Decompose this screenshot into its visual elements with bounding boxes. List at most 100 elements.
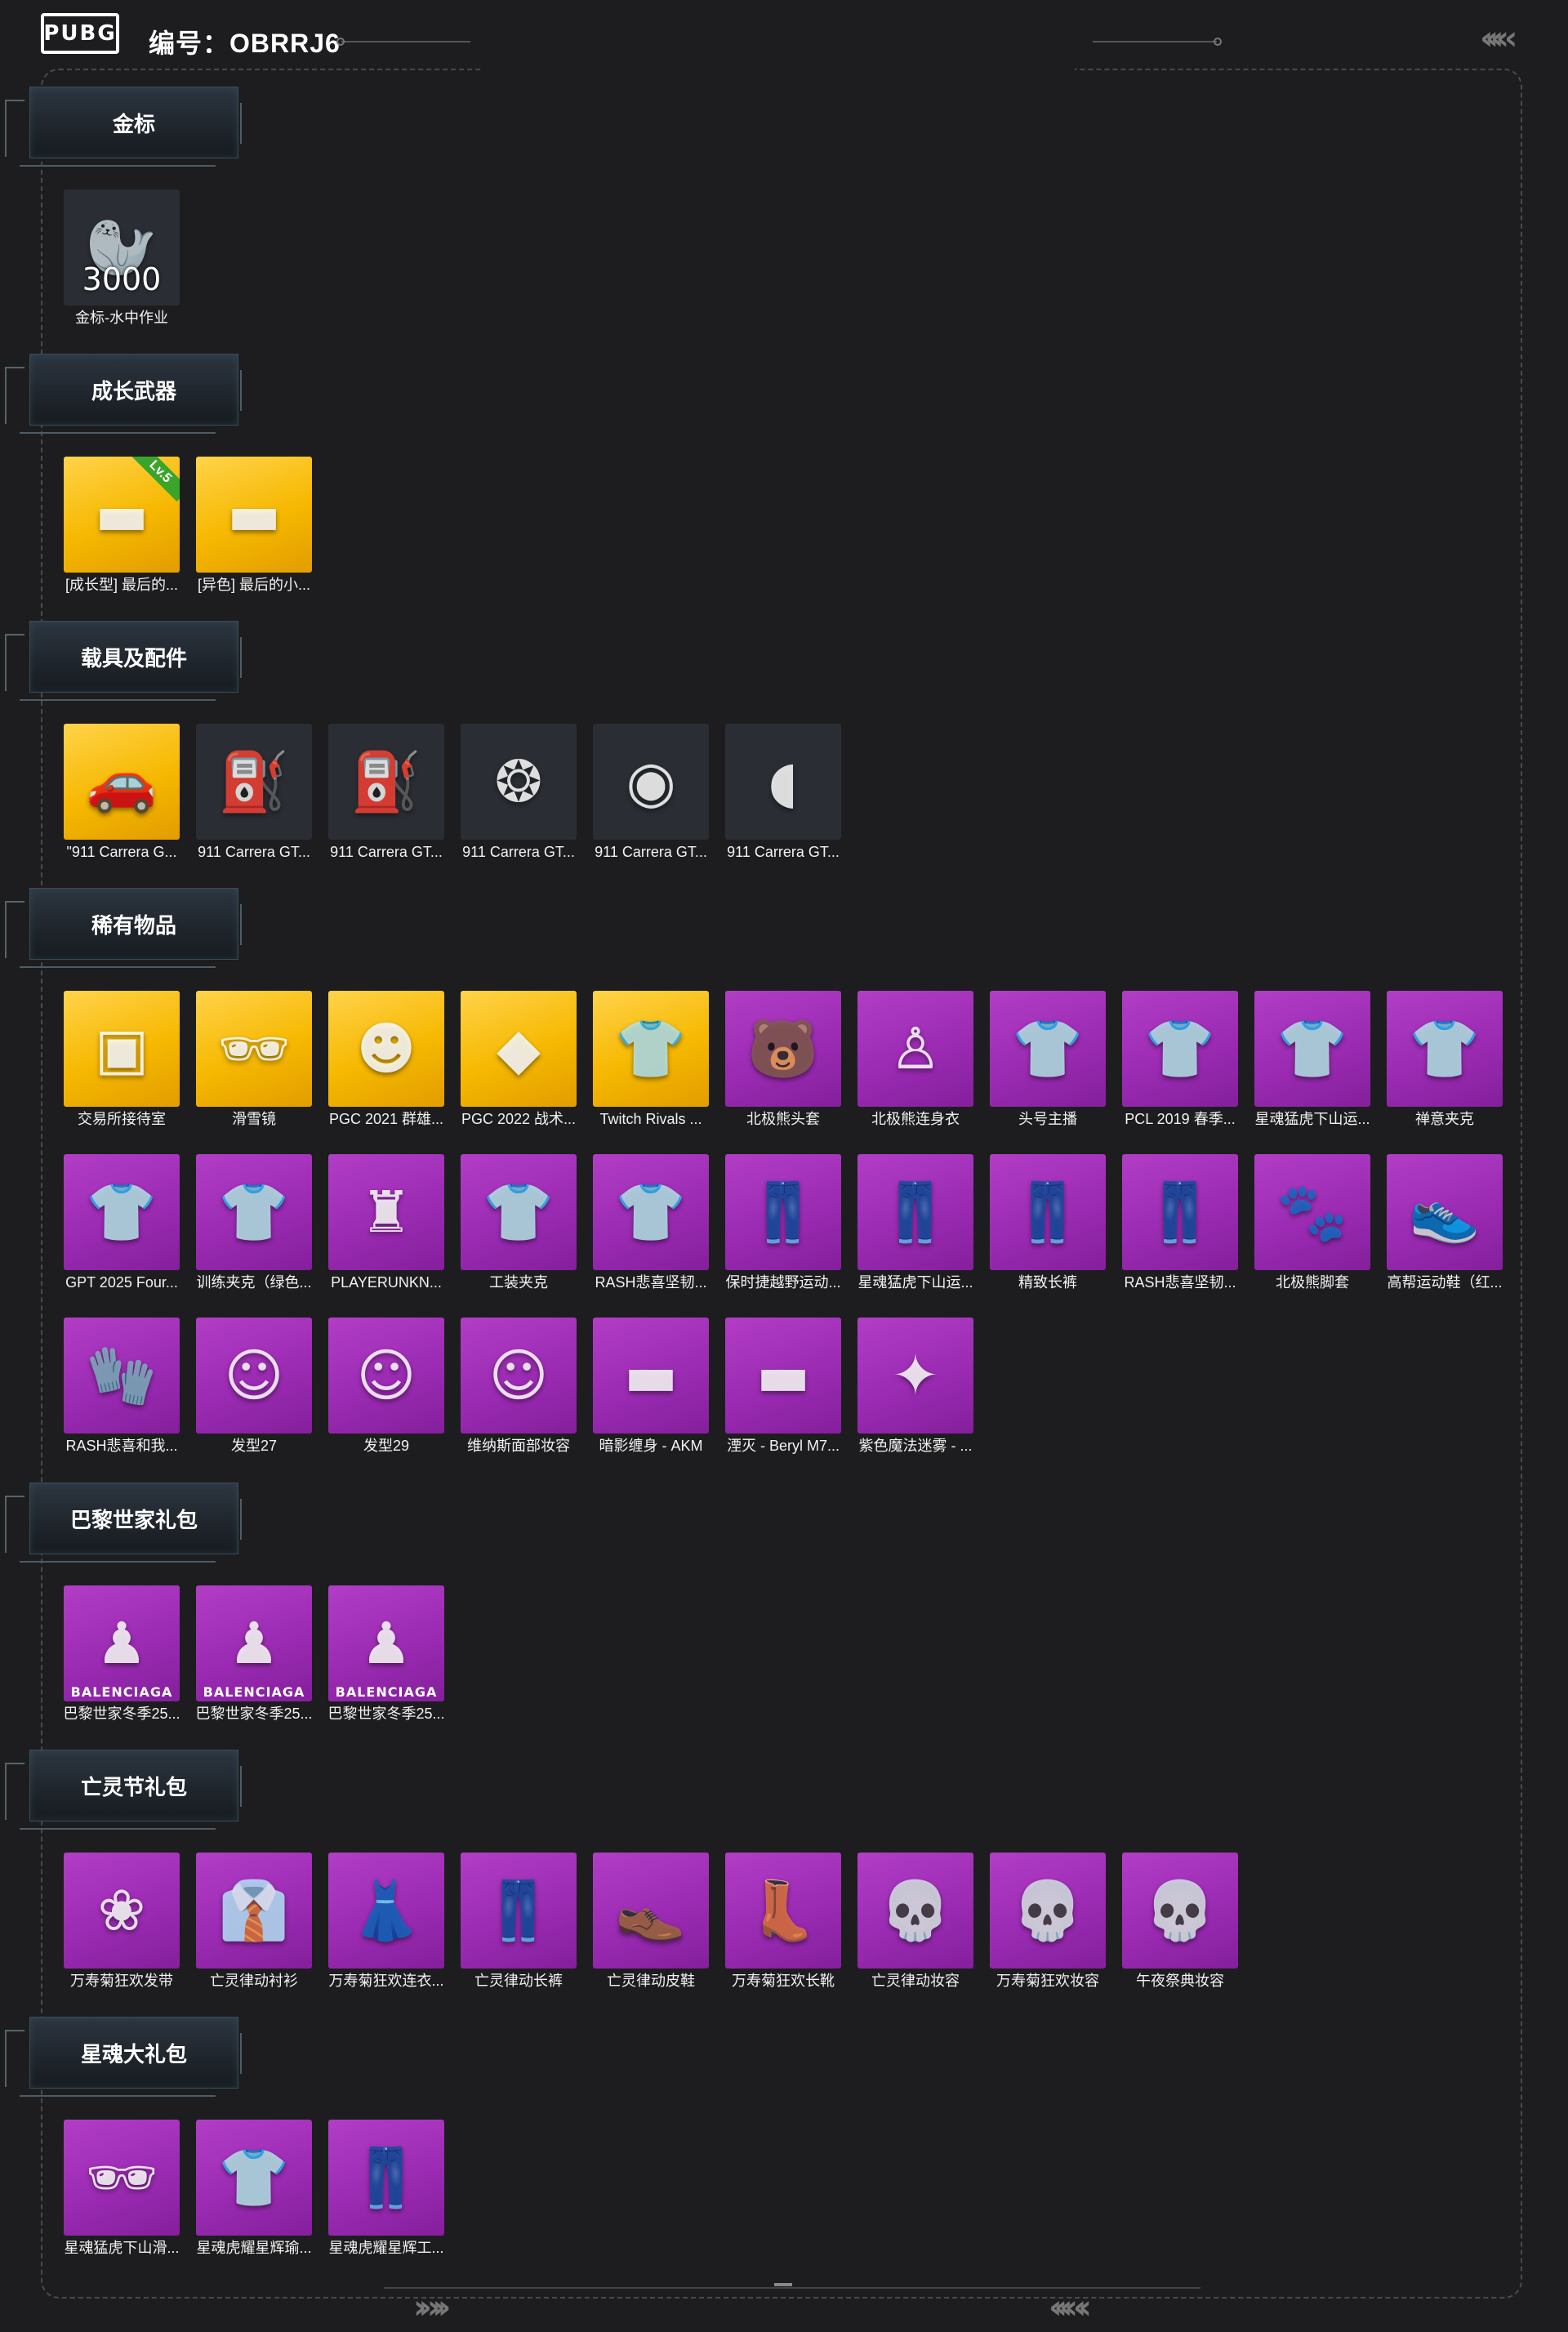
account-code: 编号：OBRRJ6 (149, 29, 341, 58)
wheel-icon: ◉ (626, 748, 676, 815)
dress-icon: 👗 (350, 1876, 422, 1944)
pubg-logo: PUBG (41, 13, 119, 54)
pants-icon: 👖 (747, 1178, 819, 1246)
item-thumbnail: 👖 (461, 1853, 577, 1969)
item-thumbnail: ▣ (64, 991, 180, 1107)
item-name: [成长型] 最后的... (65, 577, 178, 593)
bodysuit-icon: ♙ (889, 1015, 942, 1082)
item-thumbnail: 👕 (1122, 991, 1238, 1107)
item-thumbnail: ▬ (725, 1318, 841, 1434)
rifle-icon: ▬ (623, 1342, 679, 1409)
section-title-bracket (5, 2030, 24, 2087)
goggles-icon: 🕶 (85, 2143, 158, 2211)
item-name: 滑雪镜 (232, 1111, 276, 1127)
shoes-icon: 👟 (1409, 1178, 1481, 1246)
item-thumbnail: 🕶 (196, 991, 312, 1107)
header-dot-right (1214, 38, 1222, 46)
rifle-icon: ▬ (755, 1342, 811, 1409)
car-icon: 🚗 (86, 747, 158, 815)
section-title: 金标 (29, 87, 238, 158)
jacket-icon: 👕 (218, 2143, 290, 2211)
section-title-bracket (20, 432, 216, 434)
item-thumbnail: ♟ BALENCIAGA (328, 1585, 444, 1701)
item-thumbnail: ▬ (593, 1318, 709, 1434)
item-name: 精致长裤 (1018, 1274, 1077, 1291)
item-name: 巴黎世家冬季25... (195, 1706, 313, 1722)
section-title-label: 巴黎世家礼包 (69, 1508, 198, 1533)
section-title-bracket (20, 1828, 216, 1830)
header-dot-left (336, 38, 345, 46)
brand-label: BALENCIAGA (203, 1684, 305, 1700)
emblem-number: 3000 (82, 261, 162, 297)
spray-gun-icon: ⛽ (218, 747, 290, 815)
jacket-icon: 👕 (615, 1014, 687, 1082)
jacket-icon: 👕 (483, 1178, 555, 1246)
item-thumbnail: 💀 (1122, 1853, 1238, 1969)
hoodie-icon: 👕 (86, 1178, 158, 1246)
headband-icon: ❀ (97, 1877, 146, 1944)
item-name: 万寿菊狂欢妆容 (996, 1973, 1099, 1989)
pants-icon: 👖 (880, 1178, 951, 1246)
item-thumbnail: 👔 (196, 1853, 312, 1969)
item-thumbnail: 👖 (858, 1154, 973, 1270)
item-name: 万寿菊狂欢连衣... (328, 1973, 444, 1989)
section-title-bracket (5, 1496, 24, 1553)
section-title-label: 金标 (112, 112, 155, 137)
shoes-icon: 👞 (615, 1876, 687, 1944)
item-name: 万寿菊狂欢长靴 (732, 1973, 835, 1989)
item-thumbnail: ♙ (858, 991, 973, 1107)
item-thumbnail: ☺ (196, 1318, 312, 1434)
item-thumbnail: 👕 (593, 991, 709, 1107)
item-thumbnail: ✦ (858, 1318, 973, 1434)
item-thumbnail: 👞 (593, 1853, 709, 1969)
item-name: 亡灵律动长裤 (474, 1973, 563, 1989)
item-name: 星魂猛虎下山滑... (64, 2240, 180, 2256)
jacket-icon: 👕 (1276, 1014, 1348, 1082)
section-title-bracket (20, 1561, 216, 1563)
item-thumbnail: 👕 (461, 1154, 577, 1270)
item-thumbnail: 👖 (990, 1154, 1106, 1270)
item-thumbnail: ▬ Lv.5 (64, 457, 180, 573)
side-mirror-icon: ◖ (768, 748, 799, 815)
item-thumbnail: ◉ (593, 724, 709, 840)
item-name: 911 Carrera GT... (727, 844, 840, 860)
item-name: 发型29 (363, 1438, 410, 1454)
pants-icon: 👖 (1144, 1178, 1216, 1246)
brand-label: BALENCIAGA (70, 1684, 173, 1700)
item-name: PGC 2021 群雄... (328, 1111, 444, 1127)
gloves-icon: 🧤 (86, 1341, 158, 1409)
item-thumbnail: 👕 (196, 2120, 312, 2236)
item-thumbnail: ◆ (461, 991, 577, 1107)
item-name: 亡灵律动皮鞋 (607, 1973, 695, 1989)
section-title: 亡灵节礼包 (29, 1750, 238, 1821)
item-name: 星魂猛虎下山运... (858, 1274, 973, 1291)
section-title-bracket (5, 634, 24, 691)
item-thumbnail: 💀 (990, 1853, 1106, 1969)
item-thumbnail: 👕 (1254, 991, 1370, 1107)
item-thumbnail: 🚗 (64, 724, 180, 840)
section-title-label: 稀有物品 (91, 913, 176, 939)
shirt-icon: 👔 (218, 1876, 290, 1944)
footer-marker (774, 2283, 792, 2286)
skull-face-icon: 💀 (1012, 1876, 1084, 1944)
boots-icon: 👢 (747, 1876, 819, 1944)
brand-label: BALENCIAGA (335, 1684, 438, 1700)
goggles-icon: 🕶 (217, 1014, 291, 1082)
section-title-label: 星魂大礼包 (80, 2042, 187, 2067)
item-name: 午夜祭典妆容 (1136, 1973, 1224, 1989)
rifle-icon: ▬ (226, 481, 282, 548)
item-name: RASH悲喜坚韧... (595, 1274, 707, 1291)
item-name: 禅意夹克 (1415, 1111, 1474, 1127)
section-title-bracket (20, 966, 216, 968)
chevrons-left-icon: ‹‹‹‹ ‹‹ (1049, 2289, 1092, 2326)
item-name: Twitch Rivals ... (599, 1111, 702, 1127)
item-thumbnail: 👗 (328, 1853, 444, 1969)
item-name: 911 Carrera GT... (330, 844, 443, 860)
gun-icon: ✦ (891, 1342, 940, 1409)
jacket-icon: 👕 (1144, 1014, 1216, 1082)
item-name: 工装夹克 (489, 1274, 548, 1291)
item-name: 北极熊头套 (746, 1111, 820, 1127)
section-title-bracket (5, 100, 24, 157)
item-thumbnail: ♟ BALENCIAGA (196, 1585, 312, 1701)
item-thumbnail: ❂ (461, 724, 577, 840)
